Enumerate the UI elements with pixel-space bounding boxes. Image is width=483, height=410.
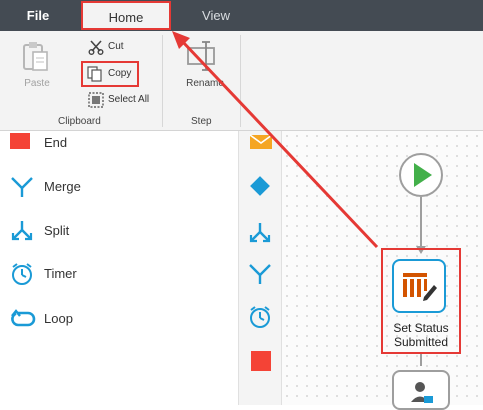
select-all-label: Select All bbox=[108, 94, 150, 105]
node-icon-box bbox=[392, 259, 446, 313]
tab-file[interactable]: File bbox=[18, 0, 58, 31]
merge-icon bbox=[11, 177, 33, 197]
toolbox-item-end[interactable]: End bbox=[10, 131, 230, 155]
paste-button[interactable]: Paste bbox=[18, 40, 56, 92]
approval-node[interactable] bbox=[392, 370, 450, 410]
timer-icon[interactable] bbox=[248, 305, 272, 329]
user-task-icon bbox=[411, 382, 433, 403]
toolbox-item-timer[interactable]: Timer bbox=[10, 262, 230, 286]
rename-button[interactable]: Rename bbox=[184, 40, 224, 92]
timer-icon bbox=[12, 263, 32, 285]
connector-line bbox=[420, 197, 422, 247]
cut-label: Cut bbox=[108, 41, 124, 52]
select-all-button[interactable]: Select All bbox=[86, 91, 156, 109]
cut-button[interactable]: Cut bbox=[86, 38, 146, 56]
rename-label: Rename bbox=[186, 78, 224, 89]
group-label-clipboard: Clipboard bbox=[58, 116, 101, 127]
toolbox-item-label: Loop bbox=[44, 311, 73, 326]
set-status-node[interactable]: Set Status Submitted bbox=[381, 248, 461, 354]
toolbox-item-split[interactable]: Split bbox=[10, 219, 230, 243]
toolbox-item-label: Timer bbox=[44, 266, 77, 281]
toolbox-item-label: Merge bbox=[44, 179, 81, 194]
menu-bar: File Home View bbox=[0, 0, 483, 31]
ribbon-separator bbox=[162, 35, 163, 127]
tab-view[interactable]: View bbox=[190, 0, 242, 31]
toolbox-item-label: End bbox=[44, 135, 68, 150]
end-square-icon[interactable] bbox=[251, 351, 271, 371]
decision-diamond-icon[interactable] bbox=[248, 174, 272, 198]
tab-home[interactable]: Home bbox=[81, 1, 171, 30]
rename-icon bbox=[187, 41, 215, 71]
merge-icon[interactable] bbox=[248, 262, 272, 286]
email-icon[interactable] bbox=[249, 133, 273, 151]
toolbox-item-label: Split bbox=[44, 223, 70, 238]
split-icon bbox=[11, 221, 33, 241]
copy-icon bbox=[87, 66, 102, 82]
paste-icon bbox=[23, 42, 48, 71]
loop-icon bbox=[11, 309, 36, 327]
split-icon[interactable] bbox=[248, 221, 272, 245]
toolbox-item-merge[interactable]: Merge bbox=[10, 175, 230, 199]
toolbox-item-loop[interactable]: Loop bbox=[10, 307, 230, 331]
connector-line bbox=[420, 354, 422, 366]
select-all-icon bbox=[88, 92, 104, 108]
copy-button[interactable]: Copy bbox=[81, 61, 139, 87]
end-square-icon bbox=[10, 133, 30, 149]
paste-label: Paste bbox=[24, 78, 50, 89]
set-status-icon bbox=[403, 273, 437, 301]
scissors-icon bbox=[88, 40, 104, 55]
group-label-step: Step bbox=[191, 116, 212, 127]
copy-label: Copy bbox=[108, 68, 132, 79]
ribbon-separator bbox=[240, 35, 241, 127]
start-node[interactable] bbox=[398, 152, 444, 198]
node-label: Submitted bbox=[393, 335, 449, 349]
node-label: Set Status bbox=[393, 321, 449, 335]
